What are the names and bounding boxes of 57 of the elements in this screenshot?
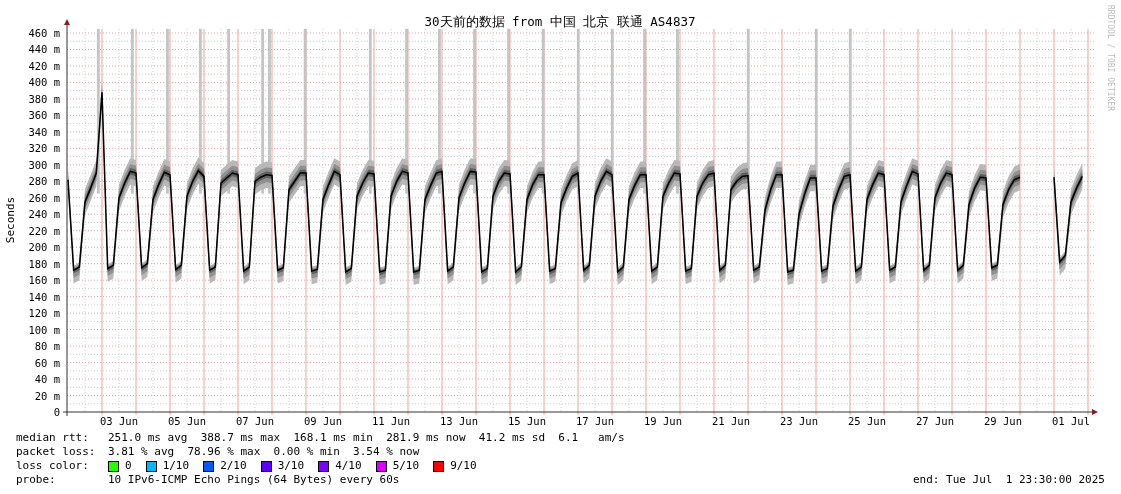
axis-label: 320 m [28, 142, 60, 155]
axis-label: 60 m [34, 356, 60, 369]
axis-label: 400 m [28, 76, 60, 89]
legend-label: median rtt: [16, 431, 90, 445]
axis-label: 220 m [28, 224, 60, 237]
swatch-label: 9/10 [450, 459, 477, 473]
axis-label: 100 m [28, 323, 60, 336]
axis-label: 0 [53, 406, 60, 418]
axis-title: Seconds [4, 196, 17, 244]
axis-label: 440 m [28, 43, 60, 56]
axis-label: 17 Jun [576, 415, 614, 427]
probe-text: 10 IPv6-ICMP Echo Pings (64 Bytes) every 60s [108, 473, 400, 487]
axis-label: 09 Jun [304, 415, 342, 427]
axis-label: 11 Jun [372, 415, 410, 427]
axis-label: 23 Jun [780, 415, 818, 427]
axis-label: 120 m [28, 307, 60, 320]
axis-label: 380 m [28, 92, 60, 105]
swatch-label: 0 [125, 459, 132, 473]
axis-label: 200 m [28, 241, 60, 254]
axis-label: 280 m [28, 175, 60, 188]
legend-label: probe: [16, 473, 57, 487]
axis-label: 15 Jun [508, 415, 546, 427]
axis-label: 80 m [34, 340, 60, 353]
stats-text: 3.81 % avg 78.96 % max 0.00 % min 3.54 % now [108, 445, 420, 459]
axis-label: 180 m [28, 257, 60, 270]
axis-label: 20 m [34, 389, 60, 402]
legend-label: packet loss: [16, 445, 97, 459]
end-time-text: end: Tue Jul 1 23:30:00 2025 [912, 473, 1105, 487]
swatch-label: 4/10 [335, 459, 362, 473]
swatch-label: 3/10 [277, 459, 305, 473]
swatch-label: 1/10 [162, 459, 190, 473]
swatch-label: 5/10 [392, 459, 420, 473]
swatch-label: 2/10 [220, 459, 247, 473]
axis-label: 27 Jun [916, 415, 954, 427]
axis-label: 300 m [28, 158, 60, 171]
axis-label: 460 m [28, 27, 60, 39]
axis-label: 340 m [28, 125, 60, 138]
axis-label: 21 Jun [712, 415, 750, 427]
stats-text: 251.0 ms avg 388.7 ms max 168.1 ms min 281.9 ms now 41.2 ms sd 6.1 am/s [108, 431, 625, 445]
axis-label: 160 m [28, 274, 60, 287]
axis-label: 240 m [28, 208, 60, 221]
watermark-text: RRDTOOL / TOBI OETIKER [1106, 5, 1115, 111]
axis-label: 03 Jun [100, 415, 138, 427]
axis-label: 07 Jun [236, 415, 274, 427]
axis-label: 13 Jun [440, 415, 478, 427]
axis-label: 29 Jun [984, 415, 1022, 427]
axis-label: 360 m [28, 109, 60, 122]
axis-label: 40 m [34, 373, 60, 386]
axis-label: 25 Jun [848, 415, 886, 427]
chart-title: 30天前的数据 from 中国 北京 联通 AS4837 [424, 14, 696, 29]
axis-label: 05 Jun [168, 415, 206, 427]
axis-label: 19 Jun [644, 415, 682, 427]
legend-label: loss color: [16, 459, 90, 473]
axis-label: 01 Jul [1052, 415, 1090, 427]
axis-label: 260 m [28, 191, 60, 204]
axis-label: 140 m [28, 290, 60, 303]
axis-label: 420 m [28, 59, 60, 72]
